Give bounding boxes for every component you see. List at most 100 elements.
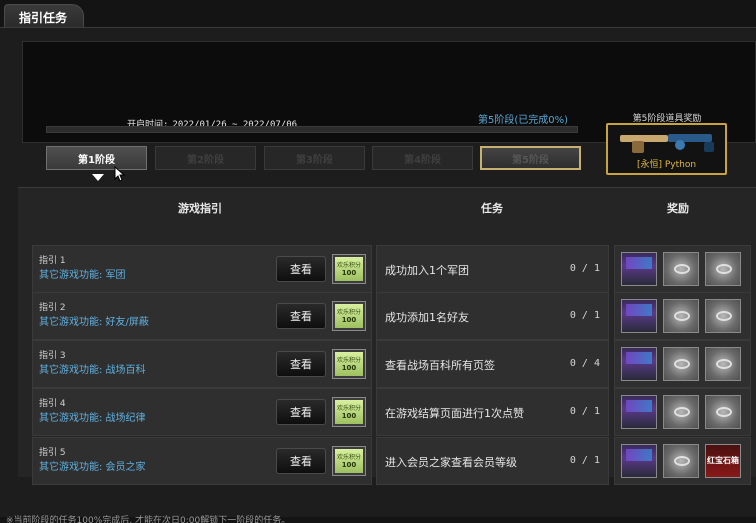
reward-slot[interactable] [705,395,741,429]
gem-icon [626,257,652,269]
reward-row: 红宝石箱 [614,437,751,485]
reward-slot[interactable] [621,252,657,286]
reward-row [614,245,751,293]
reward-row [614,292,751,340]
stage-tabs: 第1阶段 第2阶段 第3阶段 第4阶段 第5阶段 [46,146,586,170]
guide-name: 其它游戏功能: 会员之家 [39,462,146,473]
ticket-text: 欢乐积分 [336,261,361,269]
reward-row [614,388,751,436]
mouse-cursor-icon [114,166,126,182]
reward-slot[interactable] [663,395,699,429]
ticket-amount: 100 [341,315,357,324]
ticket-text: 欢乐积分 [336,453,361,461]
reward-slot[interactable] [705,347,741,381]
guide-name: 其它游戏功能: 战场纪律 [39,413,146,424]
reward-slot[interactable] [621,395,657,429]
task-description: 进入会员之家查看会员等级 [385,456,517,469]
view-button[interactable]: 查看 [276,399,326,425]
guide-row: 指引 3 其它游戏功能: 战场百科 查看 欢乐积分 100 [32,340,372,388]
task-progress: 0 / 1 [569,310,600,321]
reward-slot[interactable] [621,347,657,381]
guide-name: 其它游戏功能: 军团 [39,270,126,281]
stage-tab-3[interactable]: 第3阶段 [264,146,365,170]
window-title-tab: 指引任务 [4,4,84,28]
task-row: 成功加入1个军团 0 / 1 [376,245,609,293]
task-row: 在游戏结算页面进行1次点赞 0 / 1 [376,388,609,436]
reward-row [614,340,751,388]
ticket-amount: 100 [341,460,357,469]
gem-icon [626,400,652,412]
ring-icon [674,407,690,417]
guide-row: 指引 4 其它游戏功能: 战场纪律 查看 欢乐积分 100 [32,388,372,436]
view-button[interactable]: 查看 [276,303,326,329]
view-button[interactable]: 查看 [276,448,326,474]
column-header-reward: 奖励 [667,202,689,215]
task-progress: 0 / 1 [569,263,600,274]
view-button[interactable]: 查看 [276,351,326,377]
points-ticket-icon: 欢乐积分 100 [332,254,366,284]
reward-slot[interactable] [621,444,657,478]
guide-name: 其它游戏功能: 好友/屏蔽 [39,317,149,328]
stage-tab-1[interactable]: 第1阶段 [46,146,147,170]
red-reward-label: 红宝石箱 [707,456,739,465]
ring-icon [716,264,732,274]
column-header-guide: 游戏指引 [178,202,222,215]
guide-number: 指引 3 [39,351,66,361]
task-description: 查看战场百科所有页签 [385,359,495,372]
task-description: 成功加入1个军团 [385,264,469,277]
ticket-text: 欢乐积分 [336,404,361,412]
ticket-amount: 100 [341,268,357,277]
points-ticket-icon: 欢乐积分 100 [332,349,366,379]
guide-name: 其它游戏功能: 战场百科 [39,365,146,376]
ticket-text: 欢乐积分 [336,308,361,316]
points-ticket-icon: 欢乐积分 100 [332,446,366,476]
task-description: 成功添加1名好友 [385,311,469,324]
reward-slot[interactable] [705,299,741,333]
task-progress: 0 / 4 [569,358,600,369]
stage-progress-bar [46,126,578,133]
ring-icon [716,407,732,417]
reward-slot[interactable] [621,299,657,333]
task-row: 成功添加1名好友 0 / 1 [376,292,609,340]
guide-number: 指引 4 [39,399,66,409]
ticket-text: 欢乐积分 [336,356,361,364]
guide-number: 指引 1 [39,256,66,266]
footer-note: ※当前阶段的任务100%完成后, 才能在次日0:00解锁下一阶段的任务。 [6,516,291,523]
task-progress: 0 / 1 [569,455,600,466]
ticket-amount: 100 [341,363,357,372]
ring-icon [674,359,690,369]
ring-icon [716,359,732,369]
task-description: 在游戏结算页面进行1次点赞 [385,407,524,420]
task-row: 进入会员之家查看会员等级 0 / 1 [376,437,609,485]
ring-icon [674,311,690,321]
stage-reward-item-name: [永恒] Python [636,160,697,170]
stage-tab-2[interactable]: 第2阶段 [155,146,256,170]
guide-row: 指引 5 其它游戏功能: 会员之家 查看 欢乐积分 100 [32,437,372,485]
reward-slot[interactable] [663,252,699,286]
points-ticket-icon: 欢乐积分 100 [332,397,366,427]
guide-number: 指引 2 [39,303,66,313]
stage-reward-item[interactable]: [永恒] Python [606,123,727,175]
guide-row: 指引 2 其它游戏功能: 好友/屏蔽 查看 欢乐积分 100 [32,292,372,340]
stage-tab-4[interactable]: 第4阶段 [372,146,473,170]
guide-row: 指引 1 其它游戏功能: 军团 查看 欢乐积分 100 [32,245,372,293]
task-row: 查看战场百科所有页签 0 / 4 [376,340,609,388]
reward-slot[interactable] [705,252,741,286]
view-button[interactable]: 查看 [276,256,326,282]
ring-icon [674,456,690,466]
points-ticket-icon: 欢乐积分 100 [332,301,366,331]
stage-status-text: 第5阶段(已完成0%) [478,115,569,126]
stage-tab-5[interactable]: 第5阶段 [480,146,581,170]
reward-slot[interactable] [663,299,699,333]
ring-icon [674,264,690,274]
ticket-amount: 100 [341,411,357,420]
task-progress: 0 / 1 [569,406,600,417]
revolver-icon [620,134,714,153]
gem-icon [626,352,652,364]
ring-icon [716,311,732,321]
selected-stage-pointer-icon [92,174,104,181]
gem-icon [626,449,652,461]
reward-slot[interactable] [663,444,699,478]
reward-slot[interactable]: 红宝石箱 [705,444,741,478]
reward-slot[interactable] [663,347,699,381]
